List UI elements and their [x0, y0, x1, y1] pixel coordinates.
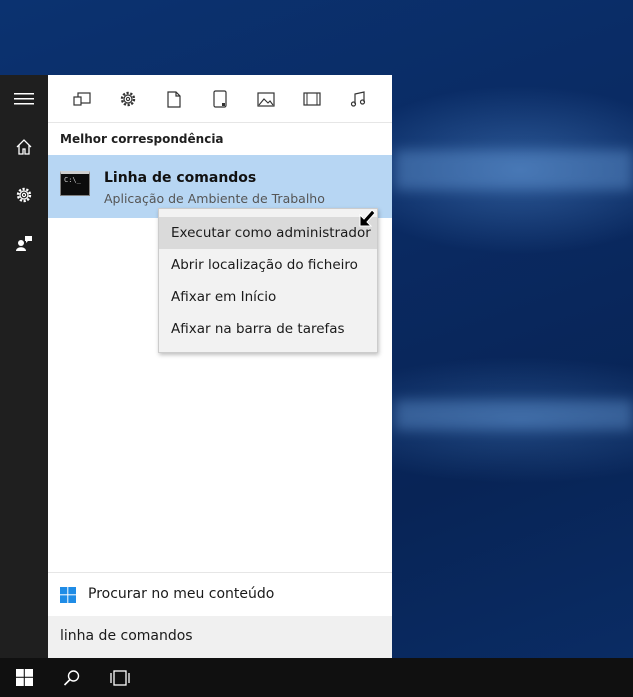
documents-filter-icon: [167, 90, 181, 108]
command-prompt-icon: C:\_: [60, 171, 90, 196]
settings-filter-icon: [120, 91, 136, 107]
feedback-icon: [16, 236, 32, 251]
start-rail: [0, 75, 48, 658]
music-filter-button[interactable]: [346, 87, 370, 111]
folders-filter-button[interactable]: [208, 87, 232, 111]
documents-filter-button[interactable]: [162, 87, 186, 111]
settings-button[interactable]: [0, 171, 48, 219]
task-view-button[interactable]: [96, 658, 144, 697]
wallpaper-light: [395, 400, 633, 430]
music-filter-icon: [350, 91, 366, 107]
videos-filter-button[interactable]: [300, 87, 324, 111]
search-icon: [63, 669, 80, 686]
search-my-content-button[interactable]: Procurar no meu conteúdo: [48, 572, 392, 616]
folders-filter-icon: [213, 90, 227, 108]
menu-item-pin-to-start[interactable]: Afixar em Início: [159, 281, 377, 313]
context-menu: Executar como administrador Abrir locali…: [158, 208, 378, 353]
videos-filter-icon: [303, 92, 321, 106]
feedback-button[interactable]: [0, 219, 48, 267]
photos-filter-button[interactable]: [254, 87, 278, 111]
home-button[interactable]: [0, 123, 48, 171]
search-query-text: linha de comandos: [60, 628, 193, 644]
taskbar: [0, 658, 633, 697]
home-icon: [16, 139, 32, 155]
menu-button[interactable]: [0, 75, 48, 123]
task-view-icon: [110, 669, 130, 686]
menu-item-pin-to-taskbar[interactable]: Afixar na barra de tarefas: [159, 313, 377, 345]
menu-item-run-as-admin[interactable]: Executar como administrador: [159, 217, 377, 249]
apps-filter-button[interactable]: [70, 87, 94, 111]
apps-filter-icon: [73, 92, 91, 106]
section-label: Melhor correspondência: [60, 132, 224, 146]
start-button[interactable]: [0, 658, 48, 697]
search-my-content-label: Procurar no meu conteúdo: [88, 586, 275, 602]
settings-filter-button[interactable]: [116, 87, 140, 111]
gear-icon: [16, 187, 32, 203]
windows-logo-icon: [60, 587, 76, 603]
command-prompt-icon-text: C:\_: [64, 176, 81, 184]
search-panel: Melhor correspondência C:\_ Linha de com…: [48, 75, 392, 658]
menu-item-open-file-location[interactable]: Abrir localização do ficheiro: [159, 249, 377, 281]
filter-bar: [48, 75, 392, 123]
wallpaper-light: [395, 150, 633, 190]
search-taskbar-button[interactable]: [48, 658, 96, 697]
hamburger-icon: [14, 93, 34, 105]
search-input[interactable]: linha de comandos: [48, 616, 392, 658]
mouse-pointer-icon: [359, 209, 376, 227]
photos-filter-icon: [257, 91, 275, 107]
result-subtitle: Aplicação de Ambiente de Trabalho: [104, 191, 325, 206]
windows-start-icon: [15, 669, 33, 686]
result-title: Linha de comandos: [104, 170, 257, 186]
